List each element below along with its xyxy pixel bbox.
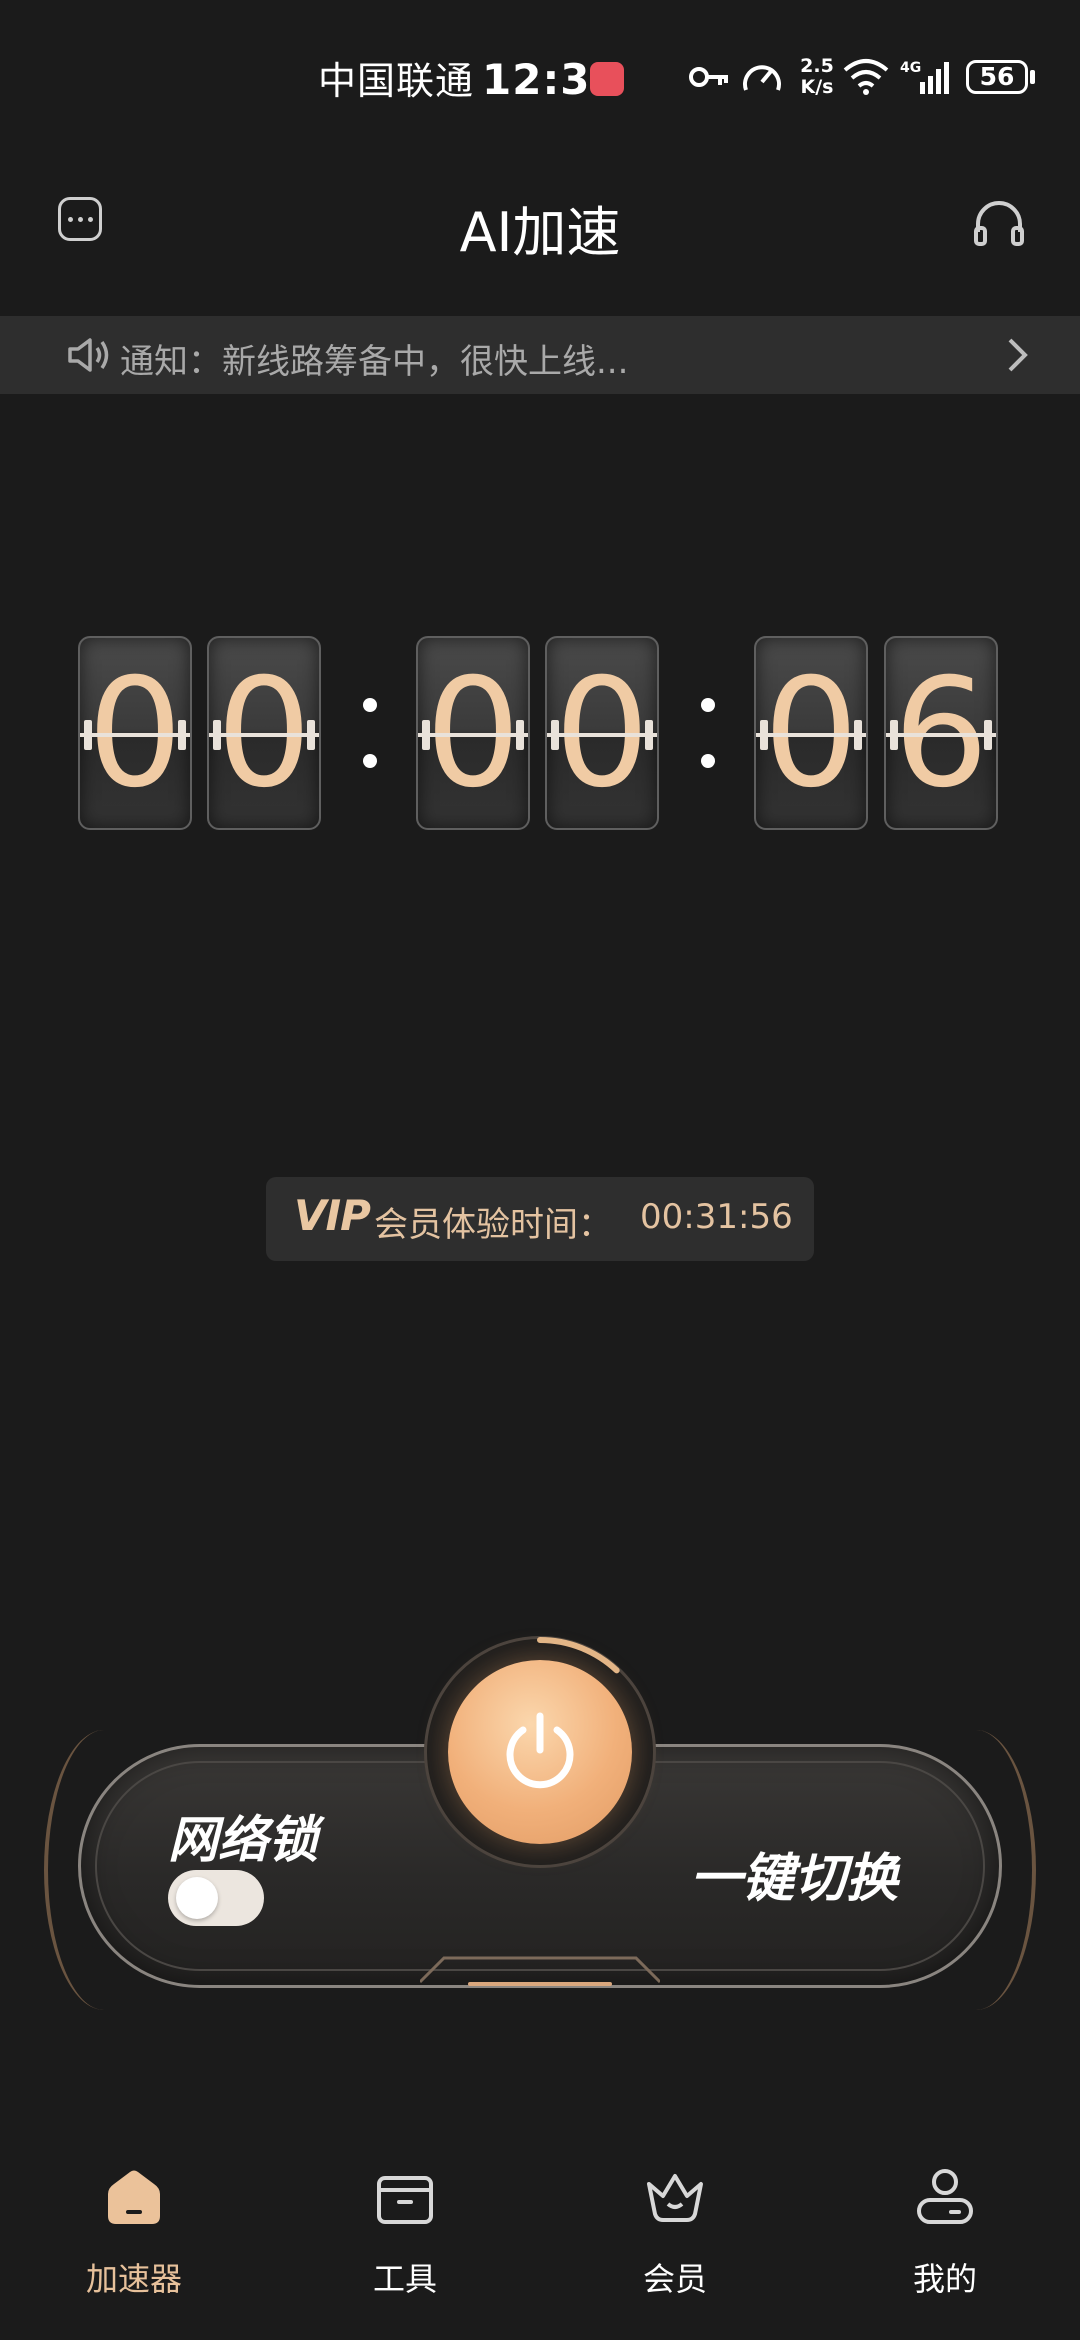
timer-digit-second-ones: 6 — [884, 636, 998, 830]
battery-tip — [1030, 70, 1035, 84]
chevron-right-icon[interactable] — [1006, 336, 1030, 374]
timer-digit-hour-tens: 0 — [78, 636, 192, 830]
timer-digit-second-tens: 0 — [754, 636, 868, 830]
timer-colon — [363, 698, 377, 782]
timer-digit-minute-tens: 0 — [416, 636, 530, 830]
panel-notch — [420, 1956, 660, 1984]
vip-logo: VIP — [294, 1191, 371, 1240]
user-icon — [917, 2169, 973, 2224]
vpn-key-icon — [689, 67, 728, 87]
crown-icon — [647, 2174, 703, 2222]
power-button[interactable] — [448, 1660, 632, 1844]
network-rate-unit: K/s — [800, 76, 834, 98]
network-rate: 2.5 K/s — [797, 56, 837, 98]
page-title: AI加速 — [459, 201, 621, 264]
power-icon — [506, 1712, 574, 1789]
tab-profile[interactable]: 我的 — [845, 2150, 1045, 2310]
cellular-signal-icon: 4G — [900, 60, 949, 94]
app-header: AI加速 — [0, 170, 1080, 280]
toggle-knob — [176, 1877, 218, 1919]
vip-trial-time: 00:31:56 — [640, 1197, 793, 1237]
bottom-tab-bar: 加速器 工具 会员 我的 — [0, 2150, 1080, 2340]
vip-trial-banner[interactable]: VIP 会员体验时间： 00:31:56 — [266, 1177, 814, 1261]
wifi-icon — [843, 59, 889, 95]
network-lock-label: 网络锁 — [168, 1811, 318, 1869]
notice-bar[interactable]: 通知：新线路筹备中，很快上线... — [0, 316, 1080, 394]
one-click-switch-button[interactable]: 一键切换 — [690, 1836, 898, 1911]
panel-accent-line — [468, 1982, 612, 1986]
app-notification-icon — [590, 62, 624, 96]
timer-colon — [701, 698, 715, 782]
tab-label: 会员 — [642, 2260, 707, 2298]
status-carrier: 中国联通 12:35 — [318, 50, 621, 105]
network-type: 4G — [900, 60, 921, 76]
timer-digit-hour-ones: 0 — [207, 636, 321, 830]
accelerator-control: 网络锁 一键切换 — [0, 1630, 1080, 2030]
tab-label: 我的 — [912, 2260, 977, 2298]
accelerator-screen: 中国联通 12:35 2.5 K/s 4G 56 AI加速 通知：新线路筹备中，… — [0, 0, 1080, 2340]
network-lock-toggle[interactable] — [168, 1870, 264, 1926]
tab-label: 加速器 — [85, 2260, 182, 2298]
speed-icon — [743, 65, 781, 91]
toolbox-icon — [377, 2176, 433, 2224]
status-bar: 中国联通 12:35 2.5 K/s 4G 56 — [0, 0, 1080, 160]
battery-level: 56 — [966, 60, 1028, 94]
tab-accelerator[interactable]: 加速器 — [34, 2150, 234, 2310]
house-icon — [108, 2170, 160, 2224]
tab-tools[interactable]: 工具 — [305, 2150, 505, 2310]
speaker-icon — [68, 338, 109, 372]
headset-icon[interactable] — [972, 198, 1026, 248]
tab-membership[interactable]: 会员 — [575, 2150, 775, 2310]
timer-digit-minute-ones: 0 — [545, 636, 659, 830]
notice-text: 通知：新线路筹备中，很快上线... — [120, 342, 629, 382]
tab-label: 工具 — [372, 2260, 437, 2298]
vip-trial-label: 会员体验时间： — [374, 1205, 612, 1245]
network-rate-value: 2.5 — [800, 55, 834, 77]
flip-timer: 0 0 0 0 0 6 — [0, 636, 1080, 836]
carrier-name: 中国联通 — [318, 59, 475, 103]
